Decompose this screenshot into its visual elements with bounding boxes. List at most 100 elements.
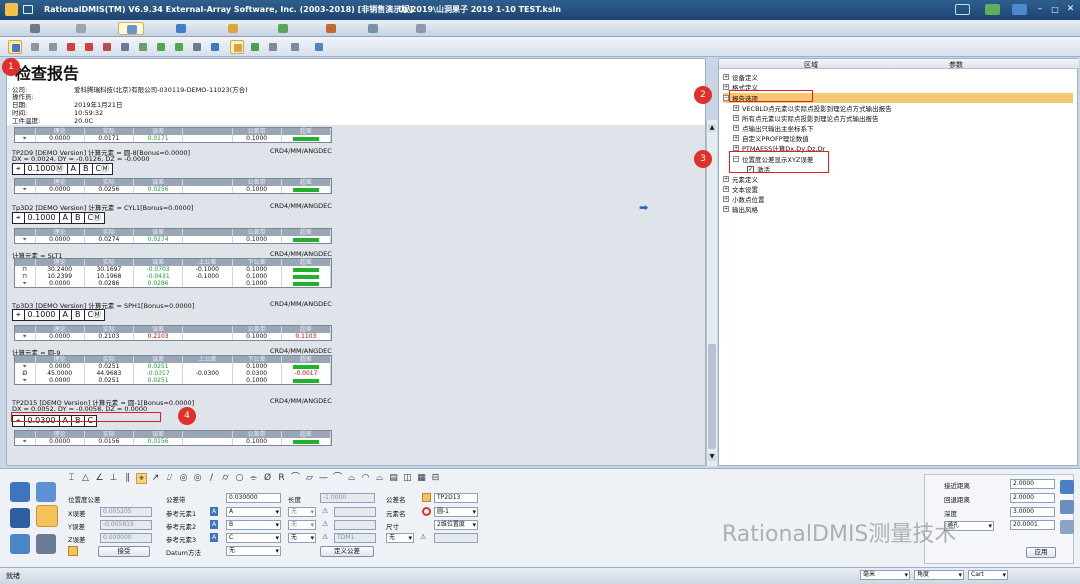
diameter-symbol-icon[interactable]: Ø: [262, 473, 273, 484]
robot-tool-icon[interactable]: [36, 534, 56, 554]
machine-tool-icon[interactable]: [10, 508, 30, 528]
delete-red-button[interactable]: [64, 40, 78, 54]
tree-item-text[interactable]: + 文本设置: [723, 184, 758, 194]
concentricity-icon[interactable]: ◎: [192, 473, 203, 484]
hole-value-field[interactable]: 20.0001: [1010, 520, 1055, 530]
length-field[interactable]: -1.0000: [320, 493, 375, 503]
triangle-icon[interactable]: △: [80, 473, 91, 484]
segment-icon[interactable]: ⌓: [374, 473, 385, 484]
plane-tool-icon[interactable]: [36, 482, 56, 502]
print-button[interactable]: [28, 40, 42, 54]
graphic-button[interactable]: [208, 40, 222, 54]
angle-icon[interactable]: ∠: [94, 473, 105, 484]
tree-item-main-coord[interactable]: + 点输出只输出主坐标系下: [733, 123, 814, 133]
dash-icon[interactable]: —: [318, 473, 329, 484]
modifier3-select[interactable]: 无: [288, 533, 316, 543]
tree-item-vecbld[interactable]: + VECBLD点元素以实际点投影到理论点方式输出报告: [733, 103, 892, 113]
retract-field[interactable]: 2.0000: [1010, 493, 1055, 503]
tol-name-field[interactable]: TP2D13: [434, 493, 478, 503]
depth-field[interactable]: 3.0000: [1010, 507, 1055, 517]
report-scrollbar[interactable]: ▲ ▼: [706, 120, 717, 466]
key-icon[interactable]: ◫: [402, 473, 413, 484]
tab-cad[interactable]: [168, 22, 194, 35]
apply-button[interactable]: 应用: [1026, 547, 1056, 558]
side-tool-icon[interactable]: [1060, 480, 1074, 494]
tree-item-feature-def[interactable]: + 元素定义: [723, 174, 758, 184]
view-icon[interactable]: [955, 4, 970, 15]
tree-item-output-style[interactable]: + 输出风格: [723, 204, 758, 214]
minimize-button[interactable]: –: [1034, 4, 1046, 15]
ref1-select[interactable]: A: [226, 507, 281, 517]
radius-icon[interactable]: R: [276, 473, 287, 484]
modifier1-select[interactable]: 无: [288, 507, 316, 517]
grid-view-button[interactable]: [230, 40, 244, 54]
position-symbol-icon[interactable]: ⌖: [136, 473, 147, 484]
straightness-icon[interactable]: ⌶: [66, 473, 77, 484]
chart-button[interactable]: [248, 40, 262, 54]
tab-machine[interactable]: [68, 22, 94, 35]
y-error-field[interactable]: -0.005819: [100, 520, 152, 530]
tab-tools[interactable]: [220, 22, 246, 35]
tolband-field[interactable]: 0.030000: [226, 493, 281, 503]
scroll-up-icon[interactable]: ▲: [708, 124, 716, 132]
symmetry-icon[interactable]: ⌯: [248, 473, 259, 484]
modifier4-select[interactable]: 无: [386, 533, 414, 543]
unit-select[interactable]: 毫米: [860, 570, 910, 580]
angle-select[interactable]: 角度: [914, 570, 964, 580]
probe-tool-icon[interactable]: [10, 482, 30, 502]
size-select[interactable]: 2维位置度: [434, 520, 478, 530]
tolerance-tool-icon[interactable]: [36, 505, 58, 527]
tab-report[interactable]: [118, 22, 144, 35]
tree-item-decimal[interactable]: + 小数点位置: [723, 194, 765, 204]
copy-button[interactable]: [46, 40, 60, 54]
maximize-button[interactable]: □: [1049, 4, 1061, 15]
runout-icon[interactable]: ↗: [150, 473, 161, 484]
tdm-field[interactable]: TDM1: [334, 533, 376, 543]
template-button[interactable]: [266, 40, 280, 54]
axis-tool-icon[interactable]: [10, 534, 30, 554]
delete-all-button[interactable]: [82, 40, 96, 54]
modifier2-field[interactable]: [334, 520, 376, 530]
table-button[interactable]: [118, 40, 132, 54]
tree-item-profp[interactable]: + 自定义PROFP理论数值: [733, 133, 809, 143]
layout-dropdown-button[interactable]: [288, 40, 302, 54]
scroll-thumb[interactable]: [708, 344, 716, 449]
ref2-select[interactable]: B: [226, 520, 281, 530]
total-runout-icon[interactable]: ⌰: [164, 473, 175, 484]
scroll-down-icon[interactable]: ▼: [708, 453, 716, 461]
coord-select[interactable]: Cart: [968, 570, 1008, 580]
tab-probe[interactable]: [22, 22, 48, 35]
slash-icon[interactable]: /: [206, 473, 217, 484]
modifier2-select[interactable]: 无: [288, 520, 316, 530]
circularity-icon[interactable]: ◎: [178, 473, 189, 484]
line-icon[interactable]: ⌒: [290, 473, 301, 484]
feat-name-select[interactable]: 圆-1: [434, 507, 478, 517]
x-error-field[interactable]: 0.005205: [100, 507, 152, 517]
side-tool-icon[interactable]: [1060, 500, 1074, 514]
print-preview-button[interactable]: [190, 40, 204, 54]
datum-method-select[interactable]: 无: [226, 546, 281, 556]
depth-icon[interactable]: ⊟: [430, 473, 441, 484]
export-button[interactable]: [154, 40, 168, 54]
flatness-icon[interactable]: ▱: [304, 473, 315, 484]
parallel-icon[interactable]: ∥: [122, 473, 133, 484]
tab-output[interactable]: [318, 22, 344, 35]
panel-button[interactable]: [312, 40, 326, 54]
arc-icon[interactable]: ◠: [360, 473, 371, 484]
tree-item-all-points[interactable]: + 所有点元素以实际点投影到理论点方式输出报告: [733, 113, 879, 123]
circle-icon[interactable]: ○: [234, 473, 245, 484]
tab-analysis[interactable]: [270, 22, 296, 35]
arrow-right-icon[interactable]: ➡: [639, 201, 648, 214]
remove-button[interactable]: [100, 40, 114, 54]
tab-more[interactable]: [408, 22, 434, 35]
tree-item-device[interactable]: + 设备定义: [723, 72, 758, 82]
wall-icon[interactable]: ▤: [388, 473, 399, 484]
approach-field[interactable]: 2.0000: [1010, 479, 1055, 489]
close-button[interactable]: ✕: [1064, 4, 1077, 15]
grid-icon[interactable]: ▦: [416, 473, 427, 484]
save-button[interactable]: [172, 40, 186, 54]
format-button[interactable]: [136, 40, 150, 54]
quick-access-icon[interactable]: [23, 5, 33, 14]
modifier4-field[interactable]: [434, 533, 478, 543]
report-settings-button[interactable]: [8, 40, 22, 54]
